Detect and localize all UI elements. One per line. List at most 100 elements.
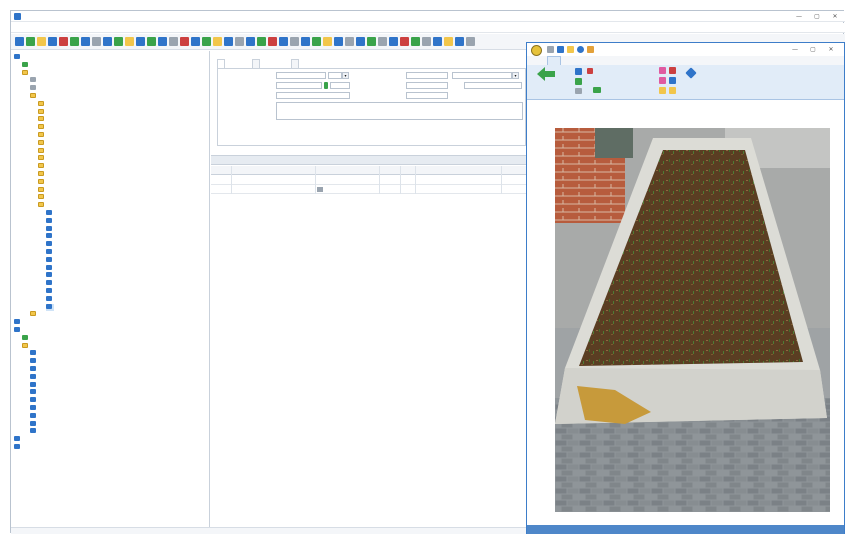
toolbar-button-icon[interactable] [136,37,145,46]
tab-zu-abschlaege[interactable] [291,59,299,68]
grid-icon[interactable] [575,68,582,75]
tree-item[interactable] [46,264,54,272]
highlight-icon[interactable] [659,87,666,94]
tree-item[interactable] [30,397,38,404]
tree-item[interactable] [14,319,22,326]
tree-item[interactable] [38,178,46,186]
check-icon[interactable] [575,78,582,85]
tree-item[interactable] [38,186,46,194]
tree-item[interactable] [30,389,38,396]
tree-item[interactable] [38,108,46,116]
toolbar-button-icon[interactable] [169,37,178,46]
toolbar-button-icon[interactable] [433,37,442,46]
edit-icon[interactable] [593,87,601,93]
tree-item[interactable] [14,327,22,334]
toolbar-button-icon[interactable] [37,37,46,46]
brush-icon[interactable] [659,67,666,74]
toolbar-button-icon[interactable] [114,37,123,46]
tree-item[interactable] [30,373,38,381]
tree-item[interactable] [38,132,46,139]
toolbar-button-icon[interactable] [191,37,200,46]
toolbar-button-icon[interactable] [268,37,277,46]
tree-item[interactable] [14,444,22,451]
save-icon[interactable] [547,46,554,53]
toolbar-button-icon[interactable] [422,37,431,46]
toolbar-button-icon[interactable] [70,37,79,46]
tree-item[interactable] [30,93,38,100]
tree-item[interactable] [30,366,38,373]
tree-item[interactable] [46,210,54,217]
tree-item[interactable] [14,54,22,61]
toolbar-button-icon[interactable] [356,37,365,46]
lock-icon[interactable] [324,82,328,89]
tree-item[interactable] [38,155,46,162]
tree-item[interactable] [46,249,54,256]
tree-item[interactable] [38,116,46,123]
tree-item[interactable] [30,350,38,357]
menge2-field[interactable] [276,82,322,89]
toolbar-button-icon[interactable] [202,37,211,46]
settings-icon[interactable] [587,46,594,53]
tree-item[interactable] [30,412,38,420]
toolbar-button-icon[interactable] [92,37,101,46]
gp-field[interactable] [464,82,522,89]
tree-item[interactable] [30,381,38,389]
toolbar-button-icon[interactable] [367,37,376,46]
toolbar-button-icon[interactable] [246,37,255,46]
note-icon[interactable] [669,87,676,94]
project-tree[interactable] [11,51,210,527]
marker-icon[interactable] [659,77,666,84]
tree-item[interactable] [46,233,54,240]
tab-afv[interactable] [252,59,260,68]
unit2-field[interactable] [330,82,350,89]
toolbar-button-icon[interactable] [147,37,156,46]
toolbar-button-icon[interactable] [301,37,310,46]
toolbar-button-icon[interactable] [400,37,409,46]
tab-start[interactable] [547,56,561,65]
toolbar-button-icon[interactable] [125,37,134,46]
tree-item[interactable] [38,163,46,170]
ep-summe-field[interactable] [406,82,448,89]
maximize-button[interactable]: ▢ [811,12,823,21]
menge-field[interactable] [276,72,326,79]
pen-icon[interactable] [669,67,676,74]
tree-item[interactable] [22,61,30,69]
tree-item[interactable] [22,342,30,350]
lohn-field[interactable] [406,92,448,99]
shape-icon[interactable] [669,77,676,84]
tree-item[interactable] [38,100,46,108]
tree-item[interactable] [30,428,38,435]
toolbar-button-icon[interactable] [411,37,420,46]
toolbar-button-icon[interactable] [444,37,453,46]
globe-icon[interactable] [577,46,584,53]
toolbar-button-icon[interactable] [466,37,475,46]
delete-icon[interactable] [587,68,593,74]
toolbar-button-icon[interactable] [59,37,68,46]
tree-item[interactable] [46,288,54,295]
tree-item[interactable] [46,217,54,225]
tree-item[interactable] [38,194,46,201]
tree-item[interactable] [30,77,38,84]
draw-icon[interactable] [685,67,697,79]
tree-item[interactable] [38,139,46,147]
tree-item[interactable] [14,436,22,443]
tree-item[interactable] [38,147,46,155]
folder-icon[interactable] [567,46,574,53]
tree-item[interactable] [30,420,38,428]
open-icon[interactable] [557,46,564,53]
toolbar-button-icon[interactable] [312,37,321,46]
viewer-minimize-button[interactable]: — [789,45,801,54]
toolbar-button-icon[interactable] [290,37,299,46]
viewer-app-icon[interactable] [531,45,542,56]
tree-item[interactable] [38,171,46,178]
unit1-field[interactable] [328,72,342,79]
minimize-button[interactable]: — [793,12,805,21]
toolbar-button-icon[interactable] [378,37,387,46]
toolbar-button-icon[interactable] [81,37,90,46]
toolbar-button-icon[interactable] [26,37,35,46]
tree-item[interactable] [46,241,54,248]
print-icon[interactable] [575,88,582,94]
ep-field[interactable] [406,72,448,79]
chevron-down-icon[interactable]: ▾ [342,72,349,79]
arrow-left-icon[interactable] [537,67,555,81]
